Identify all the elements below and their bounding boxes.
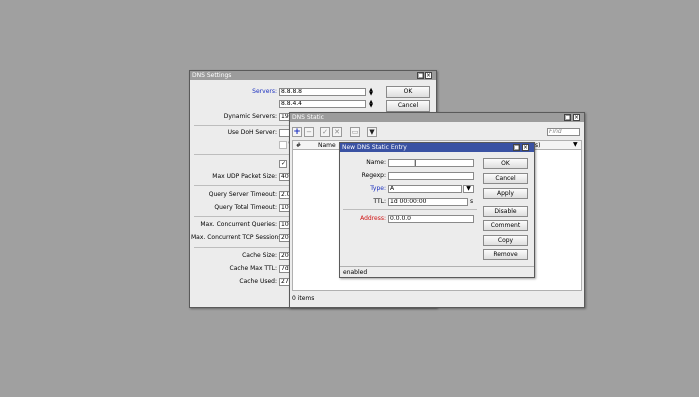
server-2-field[interactable]: 8.8.4.4 (279, 100, 366, 108)
separator (194, 216, 289, 217)
servers-label: Servers: (252, 88, 277, 95)
copy-button[interactable]: Copy (483, 235, 528, 246)
column-name[interactable]: Name (318, 142, 336, 149)
column-partial[interactable]: s) (535, 142, 540, 149)
text-cursor-icon: I (414, 159, 417, 168)
name-label: Name: (366, 159, 386, 166)
filter-icon[interactable]: ▼ (367, 127, 377, 137)
cache-max-ttl-label: Cache Max TTL: (229, 265, 277, 272)
comment-icon[interactable]: ▭ (350, 127, 360, 137)
dynamic-servers-label: Dynamic Servers: (223, 113, 277, 120)
remove-button[interactable]: Remove (483, 249, 528, 260)
close-icon[interactable]: × (425, 72, 432, 79)
new-entry-titlebar[interactable]: New DNS Static Entry □ × (340, 143, 534, 152)
new-entry-title: New DNS Static Entry (342, 144, 407, 151)
separator (194, 247, 289, 248)
address-label: Address: (360, 215, 386, 222)
add-icon[interactable]: + (292, 127, 302, 137)
new-entry-status: enabled (343, 269, 368, 276)
dns-static-titlebar[interactable]: DNS Static □ × (290, 113, 584, 122)
dns-static-title: DNS Static (292, 114, 324, 121)
find-input[interactable]: Find (547, 128, 580, 136)
regexp-field[interactable] (388, 172, 474, 180)
ok-button[interactable]: OK (483, 158, 528, 169)
query-total-timeout-label: Query Total Timeout: (214, 204, 277, 211)
close-icon[interactable]: × (573, 114, 580, 121)
cache-used-label: Cache Used: (239, 278, 277, 285)
ttl-field[interactable]: 1d 00:00:00 (388, 198, 468, 206)
cancel-button[interactable]: Cancel (483, 173, 528, 184)
comment-button[interactable]: Comment (483, 220, 528, 231)
separator (343, 209, 477, 210)
name-field[interactable] (388, 159, 474, 167)
ttl-unit: s (470, 198, 474, 205)
type-dropdown-icon[interactable]: ▼ (463, 185, 474, 193)
allow-remote-requests-checkbox[interactable]: ✓ (279, 160, 287, 168)
regexp-label: Regexp: (361, 172, 386, 179)
close-icon[interactable]: × (522, 144, 529, 151)
address-field[interactable]: 0.0.0.0 (388, 215, 474, 223)
query-server-timeout-label: Query Server Timeout: (208, 191, 277, 198)
new-entry-statusbar: enabled (340, 266, 534, 277)
verify-doh-checkbox[interactable] (279, 141, 287, 149)
maximize-icon[interactable]: □ (513, 144, 520, 151)
dns-settings-ok-button[interactable]: OK (386, 86, 430, 98)
dns-settings-title: DNS Settings (192, 72, 232, 79)
apply-button[interactable]: Apply (483, 188, 528, 199)
remove-icon[interactable]: − (304, 127, 314, 137)
server-1-updown-icon[interactable]: ▲ ▼ (368, 88, 374, 97)
column-hash[interactable]: # (296, 142, 301, 149)
dns-settings-cancel-button[interactable]: Cancel (386, 100, 430, 112)
max-concurrent-tcp-sessions-label: Max. Concurrent TCP Sessions: (191, 234, 284, 241)
cache-size-label: Cache Size: (242, 252, 277, 259)
dns-static-status: 0 items (292, 295, 315, 302)
new-dns-static-entry-window: New DNS Static Entry □ × Name: I Regexp:… (339, 142, 535, 278)
separator (194, 185, 289, 186)
maximize-icon[interactable]: □ (564, 114, 571, 121)
type-select[interactable]: A (388, 185, 462, 193)
use-doh-server-label: Use DoH Server: (227, 129, 277, 136)
server-2-updown-icon[interactable]: ▲ ▼ (368, 100, 374, 109)
dns-settings-titlebar[interactable]: DNS Settings □ × (190, 71, 436, 80)
max-udp-packet-size-label: Max UDP Packet Size: (212, 173, 277, 180)
disable-icon[interactable]: ✕ (332, 127, 342, 137)
column-menu-icon[interactable]: ▼ (573, 141, 578, 148)
max-concurrent-queries-label: Max. Concurrent Queries: (200, 221, 277, 228)
server-1-field[interactable]: 8.8.8.8 (279, 88, 366, 96)
disable-button[interactable]: Disable (483, 206, 528, 217)
ttl-label: TTL: (373, 198, 386, 205)
enable-icon[interactable]: ✓ (320, 127, 330, 137)
separator (194, 125, 289, 126)
type-label: Type: (370, 185, 386, 192)
separator (194, 154, 289, 155)
maximize-icon[interactable]: □ (417, 72, 424, 79)
